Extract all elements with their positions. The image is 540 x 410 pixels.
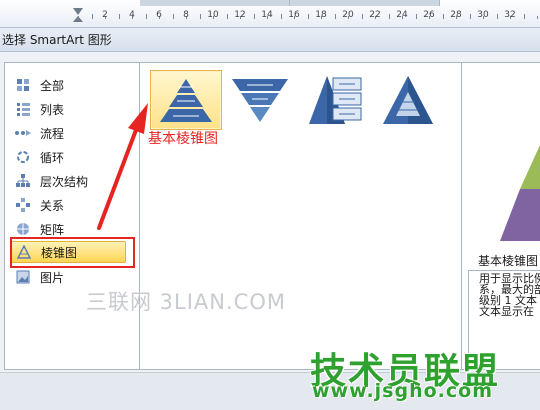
ruler-number: 4 [129,10,135,20]
category-label: 全部 [40,78,65,93]
ruler-tick [415,14,417,19]
category-cycle[interactable]: 循环 [10,146,126,168]
ruler-number: 30 [477,10,489,20]
category-relationship[interactable]: 关系 [10,194,126,216]
basic-pyramid-icon [160,79,212,122]
ribbon-tab-strip [290,0,440,6]
layout-inverted-pyramid[interactable] [224,70,296,130]
list-icon [14,101,32,117]
smartart-dialog-screenshot: 2 4 6 8 10 12 14 16 18 20 22 24 26 28 30 32 选择 SmartArt… [0,0,540,410]
dialog-title: 选择 SmartArt 图形 [0,28,540,52]
brand-url-watermark: www.jsgho.com [312,380,493,402]
ruler-number: 22 [369,10,381,20]
ruler-number: 18 [315,10,327,20]
preview-line: 文本显示在 [479,305,534,318]
category-label: 列表 [40,102,65,117]
ribbon-tab-strip [140,0,290,6]
ruler-tick [334,14,336,19]
ruler-tick [91,14,93,19]
ruler-tick [388,14,390,19]
ruler-number: 12 [234,10,246,20]
ruler-tick [523,14,525,19]
ruler-tick [361,14,363,19]
ruler-number: 24 [396,10,408,20]
ruler-tick [469,14,471,19]
ruler-number: 28 [450,10,462,20]
inverted-pyramid-icon [232,79,288,122]
ruler-tick [172,14,174,19]
ruler-number: 10 [207,10,219,20]
ruler-number: 2 [102,10,108,20]
ruler-tick [496,14,498,19]
cycle-icon [14,149,32,165]
layout-basic-pyramid[interactable] [150,70,222,130]
ruler-tick [199,14,201,19]
category-list[interactable]: 列表 [10,98,126,120]
ruler-tick [307,14,309,19]
selected-layout-label: 基本棱锥图 [148,131,218,147]
ruler-number: 26 [423,10,435,20]
ruler-number: 6 [156,10,162,20]
ruler-tick [226,14,228,19]
ruler-number: 16 [288,10,300,20]
layout-pyramid-list[interactable] [300,70,372,130]
category-process[interactable]: 流程 [10,122,126,144]
pyramid-list-icon [309,76,362,124]
category-label: 流程 [40,126,65,141]
ruler-tick [118,14,120,19]
ruler: 2 4 6 8 10 12 14 16 18 20 22 24 26 28 30 32 [0,0,540,28]
category-hierarchy[interactable]: 层次结构 [10,170,126,192]
matrix-icon [14,221,32,237]
ruler-number: 14 [261,10,273,20]
category-label: 循环 [40,150,65,165]
category-label: 矩阵 [40,222,65,237]
layout-segmented-pyramid[interactable] [372,70,444,130]
ruler-tick [253,14,255,19]
ruler-tick [280,14,282,19]
hierarchy-icon [14,173,32,189]
process-icon [14,125,32,141]
indent-marker-icon[interactable] [73,8,83,15]
preview-title: 基本棱锥图 [478,254,539,268]
ruler-tick [442,14,444,19]
ruler-number: 20 [342,10,354,20]
ruler-tick [537,16,538,19]
segmented-pyramid-icon [383,76,433,124]
highlight-box [10,237,135,268]
category-all[interactable]: 全部 [10,74,126,96]
ruler-number: 32 [504,10,516,20]
picture-icon [14,269,32,285]
site-watermark: 三联网 3LIAN.COM [86,290,286,314]
category-picture[interactable]: 图片 [10,266,126,288]
ruler-number: 8 [183,10,189,20]
category-label: 关系 [40,198,65,213]
all-icon [14,77,32,93]
ruler-tick [145,14,147,19]
category-label: 图片 [40,270,65,285]
ruler-tick [78,16,79,19]
preview-pyramid-icon [500,145,540,241]
relationship-icon [14,197,32,213]
category-label: 层次结构 [40,174,89,189]
